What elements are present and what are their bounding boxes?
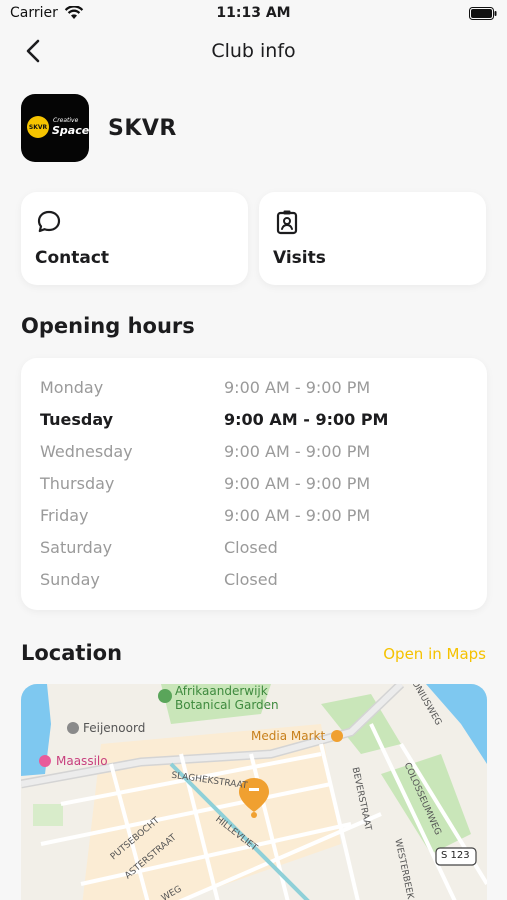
hours-day: Tuesday <box>40 410 114 429</box>
status-bar: Carrier 11:13 AM <box>0 0 507 30</box>
opening-hours-title: Opening hours <box>21 314 195 338</box>
logo-badge: SKVR <box>27 116 49 138</box>
hours-time: 9:00 AM - 9:00 PM <box>224 442 371 461</box>
hours-row-saturday: Saturday Closed <box>40 538 460 562</box>
contact-label: Contact <box>35 248 110 268</box>
map-label-feijenoord: Feijenoord <box>83 721 146 735</box>
chat-bubble-icon <box>37 210 61 233</box>
contact-card[interactable]: Contact <box>21 192 248 285</box>
visits-card[interactable]: Visits <box>259 192 486 285</box>
map-label-media-markt: Media Markt <box>251 729 326 743</box>
hours-row-sunday: Sunday Closed <box>40 570 460 594</box>
status-time: 11:13 AM <box>216 5 291 21</box>
nav-bar: Club info <box>0 30 507 74</box>
visits-label: Visits <box>273 248 326 268</box>
map-label-route: S 123 <box>441 850 470 861</box>
location-map[interactable]: Afrikaanderwijk Botanical Garden Feijeno… <box>21 684 487 900</box>
hours-time: 9:00 AM - 9:00 PM <box>224 506 371 525</box>
battery-icon <box>469 7 497 20</box>
hours-row-tuesday: Tuesday 9:00 AM - 9:00 PM <box>40 410 460 434</box>
hours-day: Saturday <box>40 538 113 557</box>
hours-day: Thursday <box>40 474 115 493</box>
logo-word: Space <box>52 124 89 137</box>
opening-hours-card: Monday 9:00 AM - 9:00 PM Tuesday 9:00 AM… <box>21 358 487 610</box>
hours-row-wednesday: Wednesday 9:00 AM - 9:00 PM <box>40 442 460 466</box>
logo-small-text: Creative <box>53 117 79 124</box>
hours-time: 9:00 AM - 9:00 PM <box>224 410 389 429</box>
hours-time: 9:00 AM - 9:00 PM <box>224 378 371 397</box>
club-logo: SKVR Creative Space <box>21 94 89 162</box>
club-name: SKVR <box>108 115 177 141</box>
open-in-maps-link[interactable]: Open in Maps <box>383 645 486 663</box>
hours-day: Friday <box>40 506 89 525</box>
hours-row-monday: Monday 9:00 AM - 9:00 PM <box>40 378 460 402</box>
id-badge-icon <box>276 210 298 235</box>
hours-day: Monday <box>40 378 104 397</box>
club-header: SKVR Creative Space SKVR <box>21 94 177 162</box>
location-title: Location <box>21 641 123 665</box>
hours-time: 9:00 AM - 9:00 PM <box>224 474 371 493</box>
hours-row-friday: Friday 9:00 AM - 9:00 PM <box>40 506 460 530</box>
hours-time: Closed <box>224 570 278 589</box>
hours-row-thursday: Thursday 9:00 AM - 9:00 PM <box>40 474 460 498</box>
map-label-garden: Afrikaanderwijk Botanical Garden <box>175 684 279 712</box>
hours-day: Wednesday <box>40 442 133 461</box>
page-title: Club info <box>211 40 296 62</box>
map-label-maassilo: Maassilo <box>56 754 108 768</box>
hours-day: Sunday <box>40 570 100 589</box>
hours-time: Closed <box>224 538 278 557</box>
